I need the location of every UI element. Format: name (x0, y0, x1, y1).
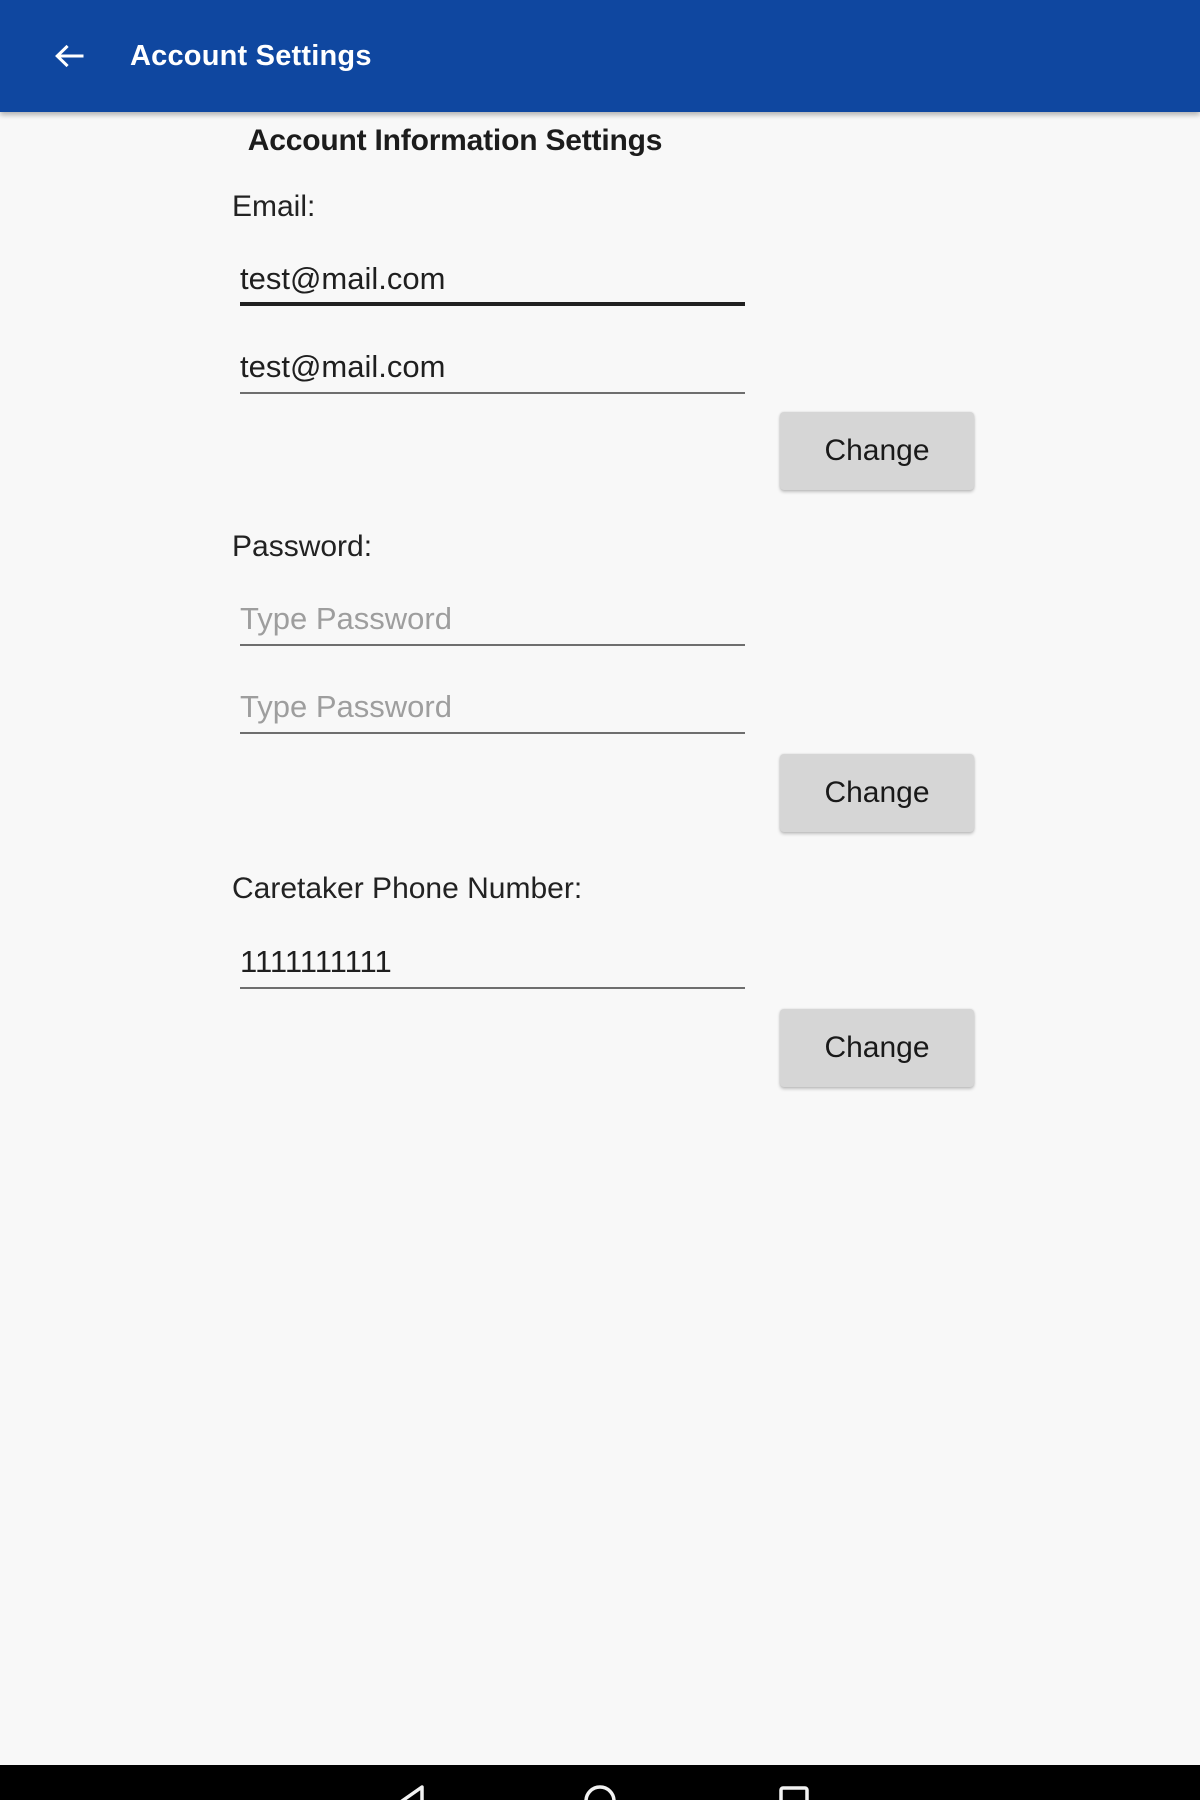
caretaker-phone-input[interactable]: 1111111111 (240, 927, 745, 989)
email-confirm-input[interactable]: test@mail.com (240, 332, 745, 394)
password-input[interactable]: Type Password (240, 584, 745, 646)
email-input-value: test@mail.com (240, 261, 446, 296)
email-input[interactable]: test@mail.com (240, 244, 745, 306)
email-input-underline (240, 302, 745, 306)
arrow-left-icon (49, 36, 89, 76)
email-confirm-input-value: test@mail.com (240, 349, 446, 384)
email-change-button[interactable]: Change (780, 412, 974, 490)
app-bar: Account Settings (0, 0, 1200, 112)
password-confirm-input[interactable]: Type Password (240, 672, 745, 734)
caretaker-phone-change-button[interactable]: Change (780, 1009, 974, 1087)
password-confirm-input-placeholder: Type Password (240, 689, 452, 724)
password-label: Password: (232, 530, 373, 563)
page-title: Account Information Settings (247, 124, 663, 157)
back-button[interactable] (34, 21, 104, 91)
account-settings-screen: Account Settings Account Information Set… (0, 0, 1200, 1800)
system-navigation-bar (0, 1765, 1200, 1800)
triangle-back-icon[interactable] (392, 1779, 436, 1800)
password-input-placeholder: Type Password (240, 601, 452, 636)
app-bar-title: Account Settings (130, 39, 372, 72)
password-input-underline (240, 644, 745, 646)
content-area: Account Information Settings Email: test… (0, 112, 1200, 1765)
caretaker-phone-input-underline (240, 987, 745, 989)
email-label: Email: (232, 190, 316, 223)
caretaker-phone-input-value: 1111111111 (240, 944, 392, 979)
square-recents-icon[interactable] (772, 1779, 816, 1800)
caretaker-phone-label: Caretaker Phone Number: (232, 872, 583, 905)
email-confirm-input-underline (240, 392, 745, 394)
password-change-button[interactable]: Change (780, 754, 974, 832)
circle-home-icon[interactable] (578, 1779, 622, 1800)
password-confirm-input-underline (240, 732, 745, 734)
